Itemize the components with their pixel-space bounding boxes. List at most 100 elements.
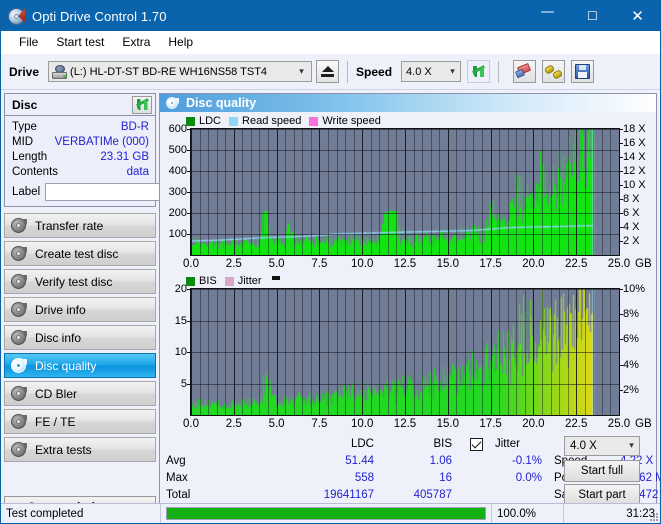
eject-button[interactable] — [316, 60, 340, 83]
chart-y2tick-mark — [619, 157, 623, 158]
jitter-checkbox[interactable] — [470, 438, 483, 451]
chart-x-unit-label: GB — [635, 258, 652, 270]
sidebar-item-label: CD Bler — [35, 386, 78, 401]
disc-row-type: Type BD-R — [12, 119, 149, 134]
drive-select[interactable]: (L:) HL-DT-ST BD-RE WH16NS58 TST4 ▾ — [48, 61, 313, 82]
stats-max-bis: 16 — [439, 472, 452, 484]
disc-panel-header: Disc — [5, 94, 155, 116]
window-controls: — ☐ ✕ — [525, 1, 660, 31]
chevron-down-icon: ▾ — [450, 66, 455, 77]
chart-ytick-mark — [187, 289, 191, 290]
disc-mid-value: VERBATIMe (000) — [54, 135, 149, 148]
toolbar-separator-1 — [347, 60, 349, 83]
disc-icon — [11, 414, 27, 429]
chart-ldc-wrap: 100 200 300 400 500 600 2 X4 X6 X8 X 10 X 12 X 14… — [169, 123, 652, 270]
chart-xtick-label: 0.0 — [183, 258, 199, 270]
elapsed-time: 31:23 — [626, 507, 655, 520]
chart-xtick-label: 20.0 — [522, 418, 545, 430]
chart-y2tick-mark — [619, 185, 623, 186]
legend-label-bis: BIS — [199, 275, 217, 287]
progress-bar — [161, 503, 492, 523]
test-speed-select[interactable]: 4.0 X ▾ — [564, 436, 640, 456]
chart-xtick-label: 25.0 — [607, 418, 631, 430]
sidebar-item-fe-te[interactable]: FE / TE — [4, 409, 156, 434]
chart-bis[interactable]: 5 10 15 20 2% 4% 6% 8% 10% 0.0 2.5 5.0 7.5 10.0 12.5 15… — [175, 283, 652, 430]
chart2-legend: BIS Jitter — [160, 274, 656, 288]
speed-select-value: 4.0 X — [406, 65, 432, 78]
chart-xtick-label: 15.0 — [436, 418, 459, 430]
minimize-button[interactable]: — — [525, 1, 570, 31]
disc-contents-value: data — [126, 165, 149, 178]
chart-xtick-label: 7.5 — [311, 418, 328, 430]
disc-icon — [11, 246, 27, 261]
sidebar-item-label: Disc quality — [35, 358, 97, 373]
disc-contents-label: Contents — [12, 165, 59, 178]
stats-header-ldc: LDC — [350, 438, 374, 450]
save-button[interactable] — [571, 60, 595, 83]
sidebar-item-disc-info[interactable]: Disc info — [4, 325, 156, 350]
sidebar-item-verify-test-disc[interactable]: Verify test disc — [4, 269, 156, 294]
erase-button[interactable] — [513, 60, 537, 83]
maximize-button[interactable]: ☐ — [570, 1, 615, 31]
disc-mid-label: MID — [12, 135, 34, 148]
chart-ytick-mark — [187, 352, 191, 353]
menu-start-test[interactable]: Start test — [47, 33, 113, 51]
disc-icon — [11, 358, 27, 373]
chart-ytick-mark — [187, 171, 191, 172]
chart-xtick-label: 15.0 — [436, 258, 459, 270]
chart-xtick-label: 12.5 — [393, 418, 417, 430]
test-speed-value: 4.0 X — [570, 440, 597, 452]
sidebar-item-transfer-rate[interactable]: Transfer rate — [4, 213, 156, 238]
status-message: Test completed — [1, 503, 161, 523]
sidebar-item-label: Create test disc — [35, 246, 119, 261]
stats-max-ldc: 558 — [354, 472, 374, 484]
stats-total-bis: 405787 — [413, 489, 452, 501]
sidebar-item-cd-bler[interactable]: CD Bler — [4, 381, 156, 406]
drive-label: Drive — [9, 64, 40, 79]
start-full-button[interactable]: Start full — [564, 460, 640, 482]
panel-title: Disc quality — [186, 96, 257, 110]
sidebar-item-disc-quality[interactable]: Disc quality — [4, 353, 156, 378]
chart-ldc[interactable]: 100 200 300 400 500 600 2 X4 X6 X8 X 10 X 12 X 14… — [169, 123, 652, 270]
disc-length-label: Length — [12, 150, 48, 163]
disc-label-row: Label — [12, 182, 249, 202]
disc-icon — [11, 386, 27, 401]
jitter-max-value: 0.0% — [515, 472, 542, 484]
chart-ytick-mark — [187, 320, 191, 322]
progress-track — [166, 507, 486, 520]
sidebar: Disc Type BD-R MID VERBATIMe (000) Lengt… — [1, 90, 249, 521]
chart-xtick-label: 2.5 — [225, 418, 242, 430]
refresh-icon — [471, 64, 486, 79]
check-icon — [471, 438, 482, 449]
sidebar-item-create-test-disc[interactable]: Create test disc — [4, 241, 156, 266]
main-panel: Disc quality LDC Read speed Write speed … — [159, 93, 660, 521]
sidebar-nav: Transfer rate Create test disc Verify te… — [4, 213, 156, 462]
menu-extra[interactable]: Extra — [113, 33, 159, 51]
jitter-avg-value: -0.1% — [511, 455, 542, 467]
refresh-drive-button[interactable] — [467, 60, 491, 83]
close-icon: ✕ — [631, 6, 644, 25]
disc-row-contents: Contents data — [12, 164, 149, 179]
charts-container: LDC Read speed Write speed 100 200 300 400 5… — [160, 112, 660, 506]
sidebar-item-label: Extra tests — [35, 442, 92, 457]
chart1-legend: LDC Read speed Write speed — [160, 114, 656, 128]
menu-file[interactable]: File — [10, 33, 47, 51]
chart-y2tick-mark — [619, 171, 623, 172]
resize-grip-icon[interactable] — [648, 511, 658, 521]
sidebar-item-label: Drive info — [35, 302, 86, 317]
disc-refresh-button[interactable] — [132, 95, 152, 114]
menu-help[interactable]: Help — [159, 33, 202, 51]
drive-select-value: (L:) HL-DT-ST BD-RE WH16NS58 TST4 — [70, 65, 268, 78]
sidebar-item-drive-info[interactable]: Drive info — [4, 297, 156, 322]
body: Disc Type BD-R MID VERBATIMe (000) Lengt… — [1, 90, 660, 521]
close-button[interactable]: ✕ — [615, 1, 660, 31]
app-window: Opti Drive Control 1.70 — ☐ ✕ File Start… — [0, 0, 661, 524]
speed-select[interactable]: 4.0 X ▾ — [401, 61, 462, 82]
chart-ytick-mark — [187, 192, 191, 193]
disc-length-value: 23.31 GB — [100, 150, 149, 163]
sidebar-item-extra-tests[interactable]: Extra tests — [4, 437, 156, 462]
chart-x-unit-label: GB — [635, 418, 652, 430]
plugin-button[interactable] — [542, 60, 566, 83]
chart-y2tick-mark — [619, 389, 623, 391]
status-bar: Test completed 100.0% 31:23 — [1, 503, 660, 523]
